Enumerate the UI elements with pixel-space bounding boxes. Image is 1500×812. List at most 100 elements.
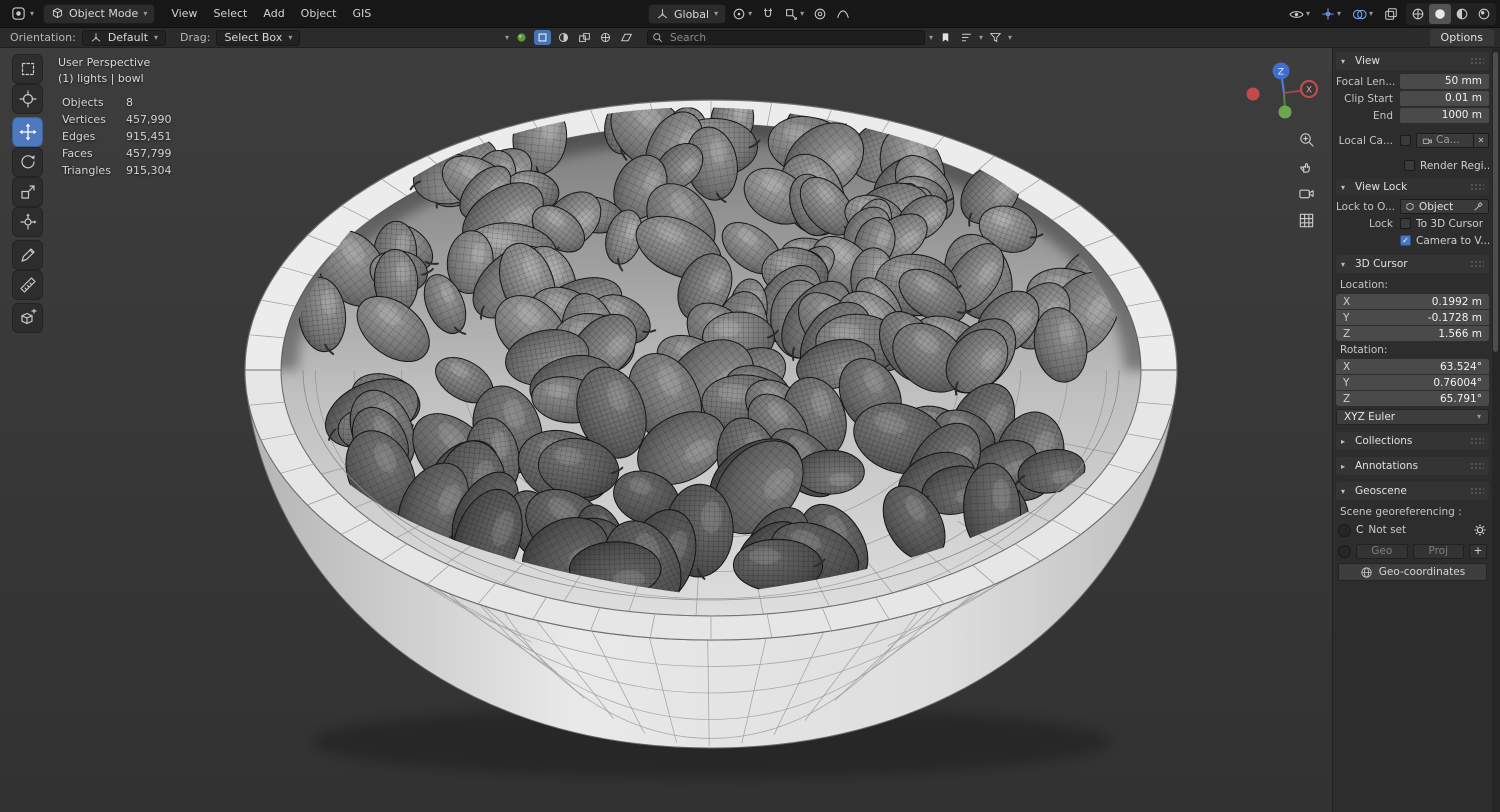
panel-view-header[interactable]: ▾ View [1336,52,1489,70]
search-input[interactable] [647,30,926,45]
tool-measure[interactable] [12,270,43,300]
snap-toggle[interactable] [758,5,778,23]
lock-3d-cursor-label: To 3D Cursor [1416,217,1484,230]
drag-grip-icon[interactable] [1470,260,1484,268]
cursor-rotation-y-field[interactable]: Y 0.76004° [1336,375,1489,390]
proj-button[interactable]: Proj [1412,543,1464,559]
filter-funnel-button[interactable] [987,30,1004,45]
proportional-editing-toggle[interactable] [810,5,830,23]
show-overlays-toggle[interactable]: ▾ [1349,6,1376,23]
panel-annotations-header[interactable]: ▸ Annotations [1336,457,1489,475]
geo-button[interactable]: Geo [1356,543,1408,559]
material-preview-icon[interactable] [513,30,530,45]
panel-3d-cursor-header[interactable]: ▾ 3D Cursor [1336,255,1489,273]
grid-icon [1299,213,1313,227]
object-type-visibility-select[interactable]: ▾ [1286,6,1313,23]
drag-grip-icon[interactable] [1470,487,1484,495]
local-camera-checkbox[interactable] [1400,135,1411,146]
tool-move[interactable] [12,117,43,147]
geo-radio-icon[interactable] [1338,544,1351,558]
menu-object[interactable]: Object [293,4,345,23]
menu-gis[interactable]: GIS [345,4,380,23]
add-crs-button[interactable]: + [1469,543,1487,559]
drag-dropdown[interactable]: Select Box ▾ [216,29,301,46]
menu-add[interactable]: Add [255,4,292,23]
zoom-button[interactable] [1294,128,1318,150]
sidebar-scrollbar[interactable] [1492,48,1500,812]
cursor-rotation-x-field[interactable]: X 63.524° [1336,359,1489,374]
gear-icon[interactable] [1473,523,1487,537]
cursor-location-z-field[interactable]: Z 1.566 m [1336,326,1489,341]
stat-faces: Faces 457,799 [62,147,172,160]
mode-icon-3[interactable] [597,30,614,45]
clip-start-field[interactable]: 0.01 m [1400,91,1489,106]
tool-select-box[interactable] [12,54,43,84]
tool-add-cube[interactable] [12,303,43,333]
transform-orientation-select[interactable]: Global ▾ [648,4,727,24]
viewport-3d[interactable]: User Perspective (1) lights | bowl Objec… [0,48,1500,812]
viewport-3d-scene[interactable] [0,48,1500,812]
panel-geoscene-header[interactable]: ▾ Geoscene [1336,482,1489,500]
local-camera-object-field[interactable]: Ca... [1416,133,1474,148]
rotation-mode-dropdown[interactable]: XYZ Euler ▾ [1336,409,1489,425]
panel-view-lock-header[interactable]: ▾ View Lock [1336,179,1489,195]
toggle-ortho-button[interactable] [1294,209,1318,231]
drag-grip-icon[interactable] [1470,437,1484,445]
pan-button[interactable] [1294,155,1318,177]
cursor-location-x-field[interactable]: X 0.1992 m [1336,294,1489,309]
mode-icon-4[interactable] [618,30,635,45]
options-button[interactable]: Options [1429,29,1494,46]
gizmo-x-neg-axis[interactable] [1246,87,1260,101]
mode-select[interactable]: Object Mode ▾ [43,3,156,24]
scrollbar-thumb[interactable] [1493,52,1498,352]
clear-local-camera-button[interactable]: ✕ [1474,133,1489,148]
tool-rotate[interactable] [12,147,43,177]
gizmo-y-axis[interactable] [1278,105,1292,119]
mode-icon-1[interactable] [555,30,572,45]
mode-icon-2[interactable] [576,30,593,45]
rotation-label: Rotation: [1340,344,1388,356]
navigation-gizmo[interactable]: Z X [1240,52,1328,140]
proportional-falloff-select[interactable] [833,5,853,23]
camera-to-view-checkbox[interactable]: ✓ [1400,235,1411,246]
sidebar-n-panel: ▾ View Focal Len... 50 mm Clip Start 0.0… [1332,48,1492,812]
cursor-location-y-field[interactable]: Y -0.1728 m [1336,310,1489,325]
globe-icon [1361,566,1372,578]
lock-to-object-field[interactable]: Object [1400,199,1489,214]
show-gizmo-toggle[interactable]: ▾ [1318,5,1344,23]
app-menu-button[interactable]: ▾ [6,4,39,23]
tool-scale[interactable] [12,177,43,207]
panel-collections-header[interactable]: ▸ Collections [1336,432,1489,450]
eyedropper-icon[interactable] [1473,201,1484,212]
drag-grip-icon[interactable] [1470,462,1484,470]
chevron-down-icon: ▾ [1476,412,1481,421]
menu-view[interactable]: View [163,4,205,23]
select-mode-active-button[interactable] [534,30,552,45]
crs-status: Not set [1368,524,1407,536]
panel-view-lock-title: View Lock [1355,181,1408,193]
tool-transform[interactable] [12,207,43,237]
pivot-point-select[interactable]: ▾ [729,5,755,23]
crs-radio-icon[interactable] [1338,523,1351,537]
tool-annotate[interactable] [12,240,43,270]
shading-solid-button[interactable] [1429,4,1451,24]
geo-coordinates-button[interactable]: Geo-coordinates [1338,563,1487,581]
cursor-rotation-z-field[interactable]: Z 65.791° [1336,391,1489,406]
drag-grip-icon[interactable] [1470,57,1484,65]
lock-3d-cursor-checkbox[interactable] [1400,218,1411,229]
clip-end-field[interactable]: 1000 m [1400,108,1489,123]
menu-select[interactable]: Select [205,4,255,23]
shading-material-button[interactable] [1451,4,1473,24]
filter-list-button[interactable] [958,30,975,45]
orientation-dropdown[interactable]: Default ▾ [81,29,167,46]
toggle-xray-button[interactable] [1381,5,1401,23]
camera-view-button[interactable] [1294,182,1318,204]
focal-length-field[interactable]: 50 mm [1400,74,1489,89]
shading-wireframe-button[interactable] [1407,4,1429,24]
bookmark-button[interactable] [937,30,954,45]
drag-grip-icon[interactable] [1470,183,1484,191]
shading-rendered-button[interactable] [1473,4,1495,24]
tool-cursor[interactable] [12,84,43,114]
snap-target-select[interactable]: ▾ [781,5,807,23]
render-region-checkbox[interactable] [1404,160,1415,171]
